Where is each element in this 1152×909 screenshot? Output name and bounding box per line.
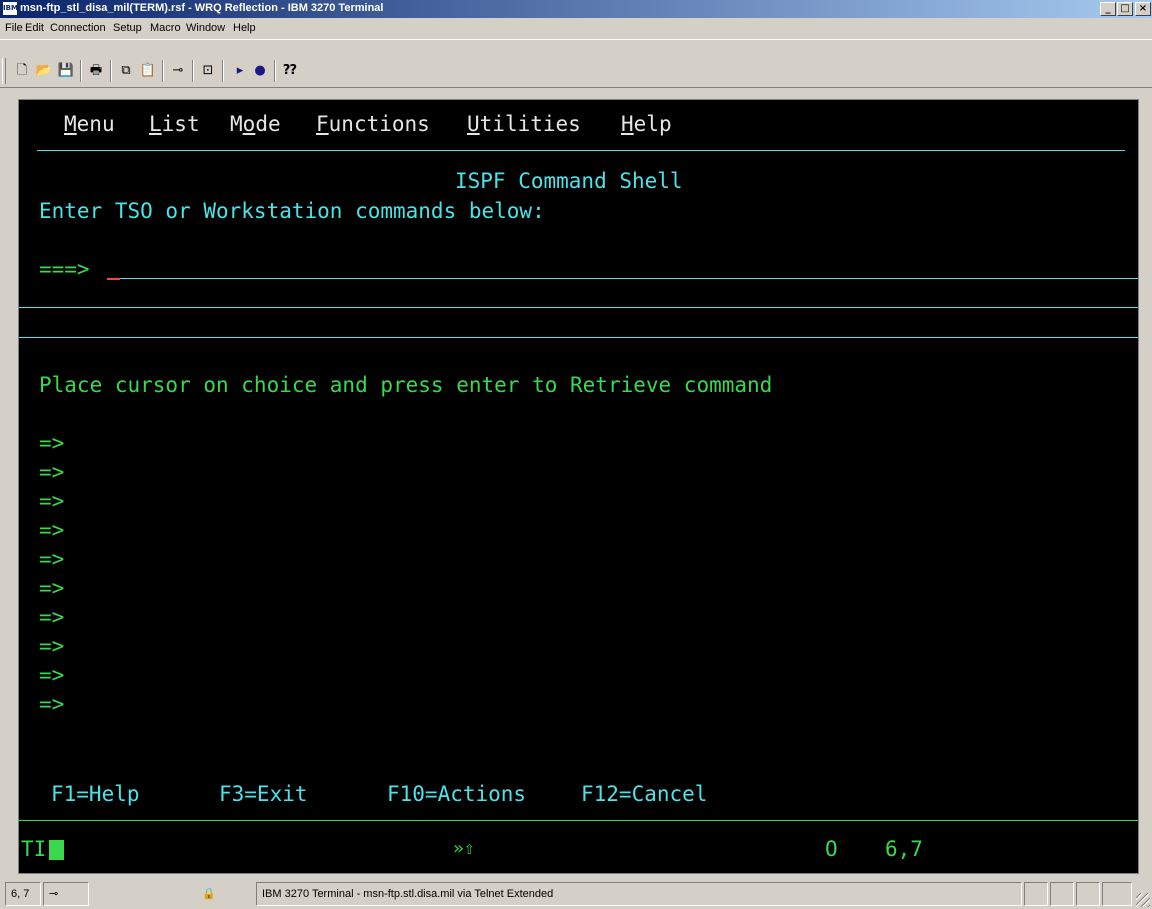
- status-lock: 🔒: [196, 882, 254, 906]
- toolbar-separator: [110, 60, 112, 82]
- toolbar: 🗋 📂 💾 🖶 ⧉ 📋 ⊸ ⊡ ▸ ● ⁇: [0, 39, 1152, 88]
- minimize-button[interactable]: _: [1100, 2, 1116, 16]
- terminal-screen[interactable]: Menu List Mode Functions Utilities Help …: [18, 99, 1139, 874]
- save-icon[interactable]: 💾: [56, 61, 76, 81]
- menu-connection[interactable]: Connection: [50, 22, 106, 34]
- toolbar-grip[interactable]: [2, 58, 6, 84]
- resize-grip[interactable]: [1136, 893, 1150, 907]
- status-connection: ⊸: [43, 882, 89, 906]
- history-item[interactable]: =>: [39, 517, 64, 543]
- title-bar[interactable]: IBM msn-ftp_stl_disa_mil(TERM).rsf - WRQ…: [0, 0, 1152, 18]
- action-bar-divider: [37, 150, 1125, 151]
- toolbar-separator: [192, 60, 194, 82]
- menu-window[interactable]: Window: [186, 22, 225, 34]
- toolbar-separator: [274, 60, 276, 82]
- panel-title: ISPF Command Shell: [455, 169, 683, 193]
- menu-macro[interactable]: Macro: [150, 22, 181, 34]
- history-item[interactable]: =>: [39, 546, 64, 572]
- connect-icon[interactable]: ⊸: [168, 61, 188, 81]
- input-divider-1: [19, 307, 1138, 308]
- oia-block-cursor: [49, 840, 64, 860]
- menu-bar: File Edit Connection Setup Macro Window …: [0, 19, 1152, 38]
- app-icon[interactable]: IBM: [3, 2, 18, 15]
- action-utilities[interactable]: Utilities: [467, 111, 581, 137]
- history-item[interactable]: =>: [39, 691, 64, 717]
- record-macro-icon[interactable]: ●: [250, 61, 270, 81]
- command-prompt: ===>: [39, 257, 90, 281]
- history-item[interactable]: =>: [39, 575, 64, 601]
- oia-mode: O: [825, 837, 838, 861]
- retrieve-hint: Place cursor on choice and press enter t…: [39, 373, 773, 397]
- paste-icon[interactable]: 📋: [138, 61, 158, 81]
- history-item[interactable]: =>: [39, 662, 64, 688]
- menu-setup[interactable]: Setup: [113, 22, 142, 34]
- status-panel: [1050, 882, 1074, 906]
- text-cursor: [107, 278, 120, 280]
- input-divider-2: [19, 337, 1138, 338]
- action-mode[interactable]: Mode: [230, 111, 281, 137]
- maximize-button[interactable]: □: [1117, 2, 1133, 16]
- command-input[interactable]: [120, 278, 1138, 279]
- status-spacer: [91, 882, 131, 906]
- oia-shift-icon: »⇧: [453, 838, 475, 859]
- status-panel: [1024, 882, 1048, 906]
- status-session-info: IBM 3270 Terminal - msn-ftp.stl.disa.mil…: [256, 882, 1022, 906]
- lock-icon: 🔒: [202, 887, 216, 900]
- copy-icon[interactable]: ⧉: [116, 61, 136, 81]
- toolbar-separator: [222, 60, 224, 82]
- play-macro-icon[interactable]: ▸: [230, 61, 250, 81]
- oia-cursor-position: 6,7: [885, 837, 923, 861]
- menu-help[interactable]: Help: [233, 22, 256, 34]
- history-item[interactable]: =>: [39, 430, 64, 456]
- history-item[interactable]: =>: [39, 633, 64, 659]
- oia-indicator: TI: [21, 837, 47, 861]
- status-panel: [1076, 882, 1100, 906]
- instruction-text: Enter TSO or Workstation commands below:: [39, 199, 545, 223]
- fkey-actions[interactable]: F10=Actions: [387, 781, 526, 807]
- context-help-icon[interactable]: ⁇: [280, 61, 300, 81]
- menu-edit[interactable]: Edit: [25, 22, 44, 34]
- fkey-help[interactable]: F1=Help: [51, 781, 140, 807]
- history-item[interactable]: =>: [39, 604, 64, 630]
- history-item[interactable]: =>: [39, 459, 64, 485]
- oia-divider: [19, 820, 1138, 821]
- fkey-exit[interactable]: F3=Exit: [219, 781, 308, 807]
- open-icon[interactable]: 📂: [34, 61, 54, 81]
- window-title: msn-ftp_stl_disa_mil(TERM).rsf - WRQ Ref…: [20, 2, 384, 14]
- action-functions[interactable]: Functions: [316, 111, 430, 137]
- status-cursor-position: 6, 7: [5, 882, 41, 906]
- toolbar-separator: [162, 60, 164, 82]
- menu-file[interactable]: File: [5, 22, 23, 34]
- fkey-cancel[interactable]: F12=Cancel: [581, 781, 707, 807]
- connection-icon: ⊸: [49, 887, 59, 900]
- action-list[interactable]: List: [149, 111, 200, 137]
- close-button[interactable]: ×: [1135, 2, 1151, 16]
- status-bar: 6, 7 ⊸ 🔒 IBM 3270 Terminal - msn-ftp.stl…: [0, 879, 1152, 909]
- disconnect-icon[interactable]: ⊡: [198, 61, 218, 81]
- new-icon[interactable]: 🗋: [12, 61, 32, 81]
- action-menu[interactable]: Menu: [64, 111, 115, 137]
- status-panel: [1102, 882, 1132, 906]
- history-item[interactable]: =>: [39, 488, 64, 514]
- action-help[interactable]: Help: [621, 111, 672, 137]
- print-icon[interactable]: 🖶: [86, 61, 106, 81]
- toolbar-separator: [80, 60, 82, 82]
